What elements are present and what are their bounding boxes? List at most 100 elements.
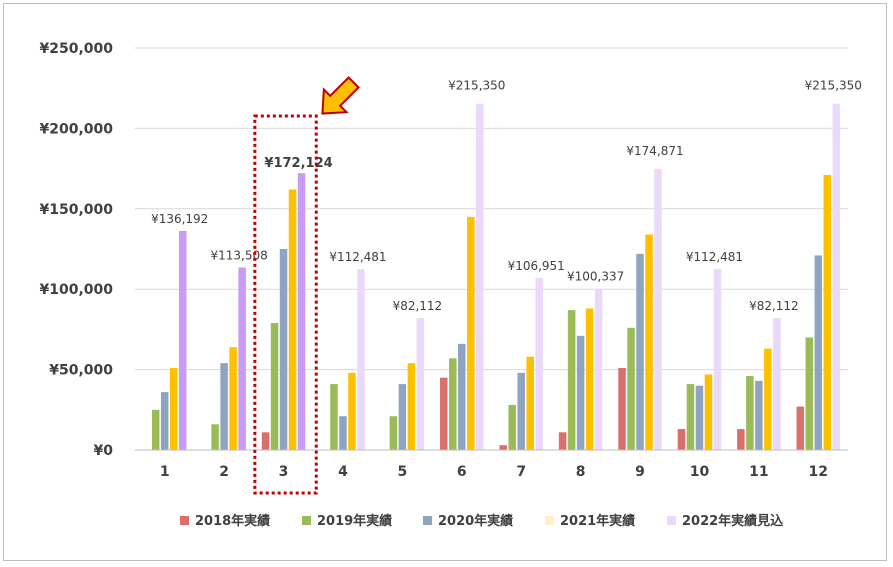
data-label: ¥112,481 (329, 250, 386, 264)
legend-label: 2022年実績見込 (682, 513, 784, 529)
legend-swatch (667, 516, 676, 525)
bar (220, 363, 228, 450)
legend-swatch (302, 516, 311, 525)
bar (476, 103, 484, 451)
legend-swatch (180, 516, 189, 525)
x-tick-label: 8 (576, 464, 586, 480)
bar (261, 432, 270, 450)
bar (499, 445, 507, 450)
bar (339, 416, 347, 450)
legend-item: 2018年実績 (180, 513, 270, 529)
x-tick-label: 5 (398, 464, 408, 480)
legend-label: 2018年実績 (195, 513, 270, 529)
legend-label: 2019年実績 (317, 513, 392, 529)
bar (594, 288, 603, 450)
bar (211, 424, 219, 450)
bar (407, 363, 416, 450)
bar (832, 103, 841, 451)
legend-label: 2020年実績 (438, 513, 513, 529)
y-tick-label: ¥150,000 (39, 202, 113, 218)
y-tick-label: ¥250,000 (39, 41, 113, 57)
bar (713, 269, 722, 450)
bar (416, 317, 425, 450)
bar (440, 377, 448, 450)
y-tick-label: ¥100,000 (39, 282, 113, 298)
legend-item: 2021年実績 (545, 513, 635, 529)
bar (297, 173, 306, 450)
bar (279, 249, 288, 450)
y-axis: ¥0 ¥50,000 ¥100,000 ¥150,000 ¥200,000 ¥250,00… (39, 41, 113, 459)
legend-label: 2021年実績 (560, 513, 635, 529)
bar (704, 374, 713, 450)
bar (805, 337, 814, 450)
bar (558, 432, 567, 450)
data-label: ¥215,350 (805, 79, 862, 93)
data-labels: ¥136,192 ¥113,508 ¥172,124 ¥112,481 ¥82,112 ¥… (151, 79, 862, 313)
x-tick-label: 6 (457, 464, 467, 480)
x-tick-label: 4 (338, 464, 348, 480)
data-label: ¥215,350 (448, 79, 505, 93)
bar-chart: ¥0 ¥50,000 ¥100,000 ¥150,000 ¥200,000 ¥250,00… (39, 41, 862, 529)
bar (449, 358, 457, 450)
bar (764, 348, 772, 450)
bar (178, 231, 187, 450)
legend-swatch (423, 516, 432, 525)
legend-item: 2019年実績 (302, 513, 392, 529)
data-label: ¥82,112 (749, 299, 799, 313)
bar (389, 416, 398, 450)
bar (398, 384, 407, 450)
bar (526, 356, 534, 450)
bar (645, 234, 653, 450)
legend-item: 2020年実績 (423, 513, 513, 529)
y-tick-label: ¥200,000 (39, 121, 113, 137)
bar (229, 347, 237, 450)
bar (814, 255, 823, 450)
bar (773, 317, 781, 450)
data-label: ¥112,481 (686, 250, 743, 264)
bar (169, 367, 178, 450)
bar (823, 175, 832, 451)
x-tick-label: 12 (809, 464, 828, 480)
x-tick-label: 1 (160, 464, 170, 480)
legend-swatch (545, 516, 554, 525)
bar (535, 278, 543, 450)
bar (567, 310, 576, 450)
bar (270, 322, 279, 450)
x-tick-label: 10 (690, 464, 710, 480)
data-label: ¥100,337 (567, 270, 624, 284)
bar (627, 327, 635, 450)
arrow-icon (321, 76, 360, 115)
y-tick-label: ¥50,000 (49, 363, 113, 379)
bar (508, 404, 516, 450)
bar (636, 253, 644, 450)
bar (618, 367, 626, 450)
data-label: ¥106,951 (508, 259, 565, 273)
x-tick-label: 2 (219, 464, 229, 480)
data-label: ¥136,192 (151, 212, 208, 226)
bar (517, 372, 525, 450)
bar (585, 308, 594, 450)
bar (695, 385, 704, 450)
x-axis: 1 2 3 4 5 6 7 8 9 10 11 12 (135, 449, 848, 480)
bar (746, 376, 754, 450)
bar (160, 392, 169, 450)
bar (576, 335, 585, 450)
data-label: ¥174,871 (626, 144, 683, 158)
x-tick-label: 9 (635, 464, 645, 480)
bar (458, 343, 466, 450)
bar (288, 189, 297, 450)
legend: 2018年実績 2019年実績 2020年実績 2021年実績 2022年実績見込 (180, 513, 784, 529)
bar (737, 429, 745, 450)
x-tick-label: 3 (279, 464, 289, 480)
x-tick-label: 11 (749, 464, 768, 480)
bar (238, 267, 246, 450)
bar (467, 216, 475, 450)
y-tick-label: ¥0 (94, 443, 114, 459)
bar (686, 384, 695, 450)
data-label: ¥172,124 (264, 156, 332, 171)
bar (151, 409, 160, 450)
x-tick-label: 7 (516, 464, 526, 480)
bar (348, 372, 356, 450)
bar (330, 384, 338, 450)
bar (654, 168, 662, 450)
